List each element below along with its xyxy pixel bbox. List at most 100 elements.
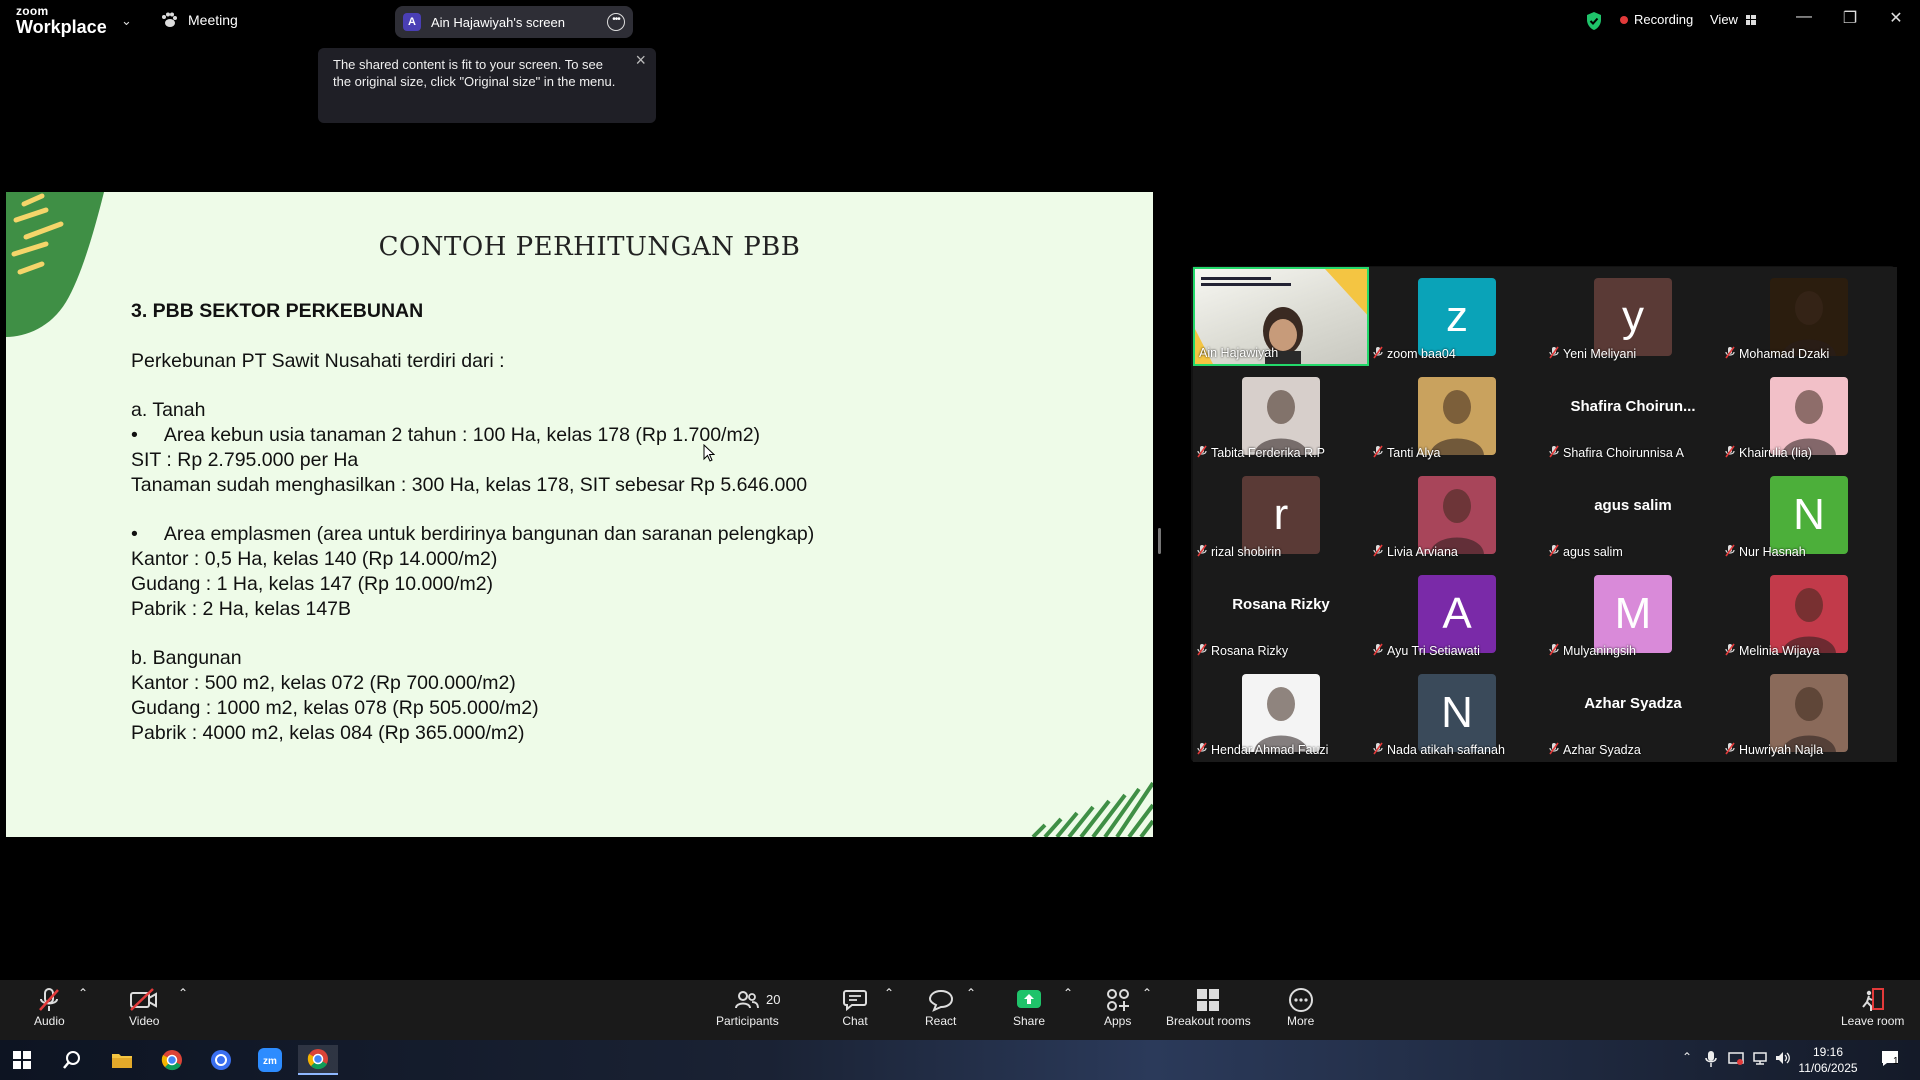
slide-line: Pabrik : 4000 m2, kelas 084 (Rp 365.000/… xyxy=(131,721,525,744)
minimize-icon[interactable]: — xyxy=(1789,8,1819,26)
participant-name-label: agus salim xyxy=(1549,544,1623,560)
participant-name: agus salim xyxy=(1563,545,1623,559)
participant-tile[interactable]: Tanti Alya xyxy=(1369,366,1545,465)
breakout-rooms-button[interactable]: Breakout rooms xyxy=(1166,986,1251,1028)
shield-check-icon[interactable] xyxy=(1585,11,1603,31)
more-label: More xyxy=(1287,1014,1315,1028)
participant-tile[interactable]: z zoom baa04 xyxy=(1369,267,1545,366)
participant-name: Nada atikah saffanah xyxy=(1387,743,1505,757)
tray-chevron-up-icon[interactable]: ⌃ xyxy=(1682,1050,1692,1064)
participant-name-label: Melinia Wijaya xyxy=(1725,643,1820,659)
share-options-chevron-icon[interactable]: ⌃ xyxy=(1063,986,1073,1000)
resize-handle[interactable] xyxy=(1158,528,1161,554)
slide-line: Gudang : 1000 m2, kelas 078 (Rp 505.000/… xyxy=(131,696,539,719)
slide-line xyxy=(131,324,814,349)
participant-name: Rosana Rizky xyxy=(1211,644,1289,658)
paw-icon xyxy=(162,12,177,27)
share-button[interactable]: Share xyxy=(1013,986,1045,1028)
participant-initial-avatar: N xyxy=(1770,476,1848,554)
participant-name: Tabita Ferderika R.P xyxy=(1211,446,1325,460)
participant-tile[interactable]: Shafira Choirun... Shafira Choirunnisa A xyxy=(1545,366,1721,465)
participant-tile[interactable]: M Mulyaningsih xyxy=(1545,564,1721,663)
chat-button[interactable]: Chat xyxy=(842,986,868,1028)
search-icon[interactable] xyxy=(52,1045,92,1075)
zoom-app-icon[interactable]: zm xyxy=(250,1045,290,1075)
participant-tile[interactable]: N Nada atikah saffanah xyxy=(1369,663,1545,762)
leaf-decoration-icon xyxy=(6,192,104,337)
chat-options-chevron-icon[interactable]: ⌃ xyxy=(884,986,894,1000)
zoom-logo: zoom Workplace xyxy=(16,4,107,37)
slide-line: b. Bangunan xyxy=(131,647,242,670)
audio-options-chevron-icon[interactable]: ⌃ xyxy=(78,986,88,1000)
restore-icon[interactable]: ❐ xyxy=(1835,8,1865,28)
audio-label: Audio xyxy=(34,1014,65,1028)
participant-tile[interactable]: N Nur Hasnah xyxy=(1721,465,1897,564)
close-icon[interactable]: ✕ xyxy=(1881,8,1911,28)
participant-initial-avatar: N xyxy=(1418,674,1496,752)
video-button[interactable]: Video xyxy=(129,986,159,1028)
participant-tile[interactable]: Ain Hajawiyah xyxy=(1193,267,1369,366)
chrome-active-icon[interactable] xyxy=(298,1045,338,1075)
more-options-icon[interactable]: ••• xyxy=(607,13,625,31)
chevron-down-icon[interactable]: ⌄ xyxy=(121,13,132,29)
tray-network-icon[interactable] xyxy=(1752,1050,1770,1066)
chrome-icon[interactable] xyxy=(152,1045,192,1075)
shared-screen-content[interactable]: CONTOH PERHITUNGAN PBB 3. PBB SEKTOR PER… xyxy=(6,192,1153,837)
participant-tile[interactable]: r rizal shobirin xyxy=(1193,465,1369,564)
participant-tile[interactable]: Hendar Ahmad Fauzi xyxy=(1193,663,1369,762)
mic-muted-icon xyxy=(1373,643,1383,659)
tray-mic-icon[interactable] xyxy=(1705,1050,1717,1068)
mic-muted-icon xyxy=(1549,445,1559,461)
participant-photo xyxy=(1770,674,1848,752)
browser-icon[interactable] xyxy=(201,1045,241,1075)
participant-photo xyxy=(1418,377,1496,455)
participant-tile[interactable]: Tabita Ferderika R.P xyxy=(1193,366,1369,465)
shared-screen-pill[interactable]: A Ain Hajawiyah's screen ••• xyxy=(395,6,633,38)
view-button[interactable]: View xyxy=(1710,12,1756,27)
participants-count: 20 xyxy=(766,992,781,1007)
participant-tile[interactable]: A Ayu Tri Setiawati xyxy=(1369,564,1545,663)
share-label: Share xyxy=(1013,1014,1046,1028)
participant-tile[interactable]: Khairulia (lia) xyxy=(1721,366,1897,465)
participant-name: Khairulia (lia) xyxy=(1739,446,1812,460)
mic-muted-icon xyxy=(1197,544,1207,560)
participant-tile[interactable]: Melinia Wijaya xyxy=(1721,564,1897,663)
leave-room-button[interactable]: Leave room xyxy=(1841,986,1904,1028)
video-options-chevron-icon[interactable]: ⌃ xyxy=(178,986,188,1000)
audio-button[interactable]: Audio xyxy=(34,986,65,1028)
slide-line: • Area emplasmen (area untuk berdirinya … xyxy=(131,523,815,546)
participant-tile[interactable]: y Yeni Meliyani xyxy=(1545,267,1721,366)
clock-date: 11/06/2025 xyxy=(1798,1061,1858,1075)
slide-line: a. Tanah xyxy=(131,399,206,422)
participants-button[interactable]: Participants 20 xyxy=(716,986,781,1028)
participant-name: Shafira Choirunnisa A xyxy=(1563,446,1684,460)
react-button[interactable]: React xyxy=(925,986,956,1028)
notification-center[interactable]: 1 xyxy=(1880,1048,1900,1071)
participant-display-name: agus salim xyxy=(1594,497,1672,514)
apps-button[interactable]: Apps xyxy=(1104,986,1131,1028)
tray-volume-icon[interactable] xyxy=(1774,1050,1792,1066)
apps-options-chevron-icon[interactable]: ⌃ xyxy=(1142,986,1152,1000)
participant-name: Tanti Alya xyxy=(1387,446,1441,460)
more-button[interactable]: More xyxy=(1287,986,1314,1028)
recording-indicator[interactable]: Recording xyxy=(1620,12,1693,27)
file-explorer-icon[interactable] xyxy=(102,1045,142,1075)
close-notification-icon[interactable]: × xyxy=(635,51,646,69)
react-options-chevron-icon[interactable]: ⌃ xyxy=(966,986,976,1000)
windows-start-icon[interactable] xyxy=(2,1045,42,1075)
participant-tile[interactable]: Livia Arviana xyxy=(1369,465,1545,564)
participant-tile[interactable]: agus salim agus salim xyxy=(1545,465,1721,564)
mic-muted-icon xyxy=(1549,346,1559,362)
participant-photo xyxy=(1418,476,1496,554)
participant-name-label: Shafira Choirunnisa A xyxy=(1549,445,1684,461)
participant-tile[interactable]: Azhar Syadza Azhar Syadza xyxy=(1545,663,1721,762)
participant-tile[interactable]: Huwriyah Najla xyxy=(1721,663,1897,762)
tray-security-icon[interactable] xyxy=(1728,1050,1744,1066)
slide-line: Perkebunan PT Sawit Nusahati terdiri dar… xyxy=(131,349,505,372)
participant-tile[interactable]: Mohamad Dzaki xyxy=(1721,267,1897,366)
slide-line: Pabrik : 2 Ha, kelas 147B xyxy=(131,597,352,620)
meeting-menu[interactable]: Meeting xyxy=(160,12,238,28)
more-icon xyxy=(1288,988,1313,1012)
system-clock[interactable]: 19:16 11/06/2025 xyxy=(1796,1044,1860,1076)
participant-tile[interactable]: Rosana Rizky Rosana Rizky xyxy=(1193,564,1369,663)
